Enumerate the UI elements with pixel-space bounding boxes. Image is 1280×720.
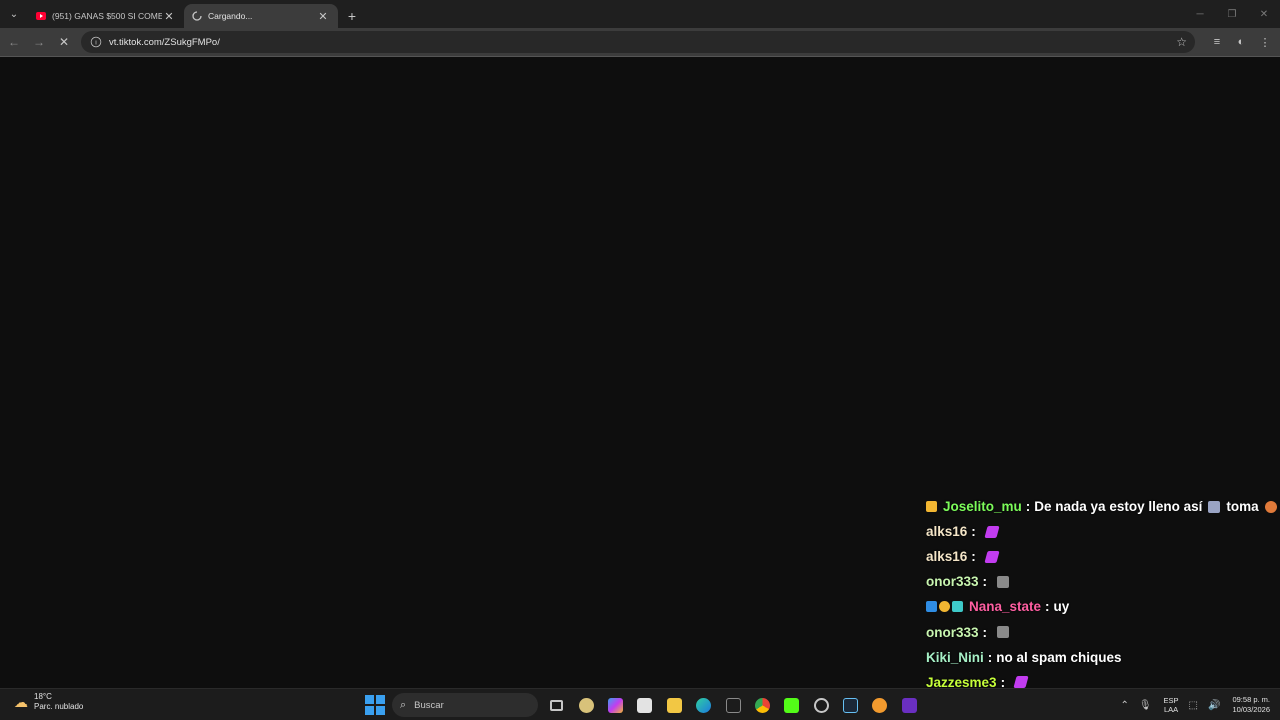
badge-icon bbox=[939, 601, 950, 613]
taskbar-search[interactable]: ⌕ Buscar bbox=[392, 693, 538, 717]
close-icon[interactable]: ✕ bbox=[316, 10, 330, 23]
chat-username: Nana_state bbox=[969, 599, 1042, 615]
crown-badge-icon bbox=[926, 501, 937, 513]
rocket-emote-icon bbox=[1013, 676, 1029, 689]
app-icon[interactable] bbox=[807, 692, 836, 718]
tab-search-icon[interactable]: ⌄ bbox=[4, 4, 24, 24]
chat-message: onor333 : bbox=[926, 619, 1280, 644]
chat-text: De nada ya estoy lleno así bbox=[1034, 499, 1203, 515]
copilot-icon[interactable] bbox=[601, 692, 630, 718]
window-controls: ─ ❐ ✕ bbox=[1184, 0, 1280, 28]
language-indicator[interactable]: ESP LAA bbox=[1164, 696, 1179, 714]
back-icon[interactable]: ← bbox=[3, 31, 25, 53]
lang-top: ESP bbox=[1163, 696, 1179, 705]
rock-emote-icon bbox=[997, 575, 1010, 588]
store-icon[interactable] bbox=[630, 692, 659, 718]
chat-username: alks16 bbox=[926, 549, 968, 565]
chat-separator: : bbox=[971, 524, 976, 540]
chat-username: onor333 bbox=[926, 624, 979, 640]
chat-separator: : bbox=[1025, 499, 1031, 515]
tab-title: Cargando... bbox=[208, 11, 253, 21]
chat-message: Joselito_mu : De nada ya estoy lleno así… bbox=[926, 494, 1280, 519]
weather-temp: 18°C bbox=[34, 692, 52, 701]
chat-text: no al spam chiques bbox=[996, 649, 1122, 665]
chat-message: Kiki_Nini : no al spam chiques bbox=[926, 645, 1280, 670]
stop-loading-icon[interactable]: ✕ bbox=[53, 31, 75, 53]
tab-title: (951) GANAS $500 SI COMES E bbox=[52, 11, 162, 21]
chat-message: Nana_state : uy bbox=[926, 594, 1280, 619]
forward-icon[interactable]: → bbox=[28, 31, 50, 53]
clock-date: 10/03/2026 bbox=[1232, 705, 1270, 714]
steam-icon[interactable] bbox=[836, 692, 865, 718]
emote-icon bbox=[1208, 500, 1221, 513]
chat-username: alks16 bbox=[926, 524, 968, 540]
tab-loading[interactable]: Cargando... ✕ bbox=[184, 4, 338, 28]
taskbar-apps: ⌕ Buscar bbox=[364, 692, 924, 718]
lang-bottom: LAA bbox=[1163, 705, 1179, 714]
chrome-icon[interactable] bbox=[748, 692, 777, 718]
chat-separator: : bbox=[987, 649, 993, 665]
rocket-emote-icon bbox=[984, 550, 1000, 563]
site-info-icon[interactable]: i bbox=[90, 36, 102, 48]
rocket-emote-icon bbox=[984, 525, 1000, 538]
new-tab-button[interactable]: + bbox=[342, 6, 362, 26]
chat-text: uy bbox=[1053, 599, 1070, 615]
menu-dots-icon[interactable]: ⋮ bbox=[1253, 31, 1277, 53]
clock-time: 09:58 p. m. bbox=[1232, 695, 1270, 704]
chat-message: alks16 : bbox=[926, 544, 1280, 569]
chat-separator: : bbox=[982, 624, 988, 640]
media-control-icon[interactable]: ≡ bbox=[1205, 31, 1229, 53]
microphone-icon[interactable]: 🎙 bbox=[1139, 700, 1152, 711]
app-icon[interactable] bbox=[718, 692, 747, 718]
close-window-icon[interactable]: ✕ bbox=[1248, 0, 1280, 28]
kick-icon[interactable] bbox=[777, 692, 806, 718]
chat-username: onor333 bbox=[926, 574, 979, 590]
url-text[interactable]: vt.tiktok.com/ZSukgFMPo/ bbox=[109, 37, 1176, 48]
address-bar[interactable]: i vt.tiktok.com/ZSukgFMPo/ ☆ bbox=[81, 31, 1195, 53]
file-explorer-icon[interactable] bbox=[660, 692, 689, 718]
chevron-up-icon[interactable]: ⌃ bbox=[1120, 700, 1128, 711]
food-emoji-icon bbox=[1264, 500, 1277, 513]
edge-icon[interactable] bbox=[689, 692, 718, 718]
loading-spinner-icon bbox=[192, 11, 202, 21]
volume-icon[interactable]: 🔊 bbox=[1208, 700, 1220, 711]
clock[interactable]: 09:58 p. m. 10/03/2026 bbox=[1232, 695, 1270, 715]
task-view-icon[interactable] bbox=[542, 692, 571, 718]
browser-toolbar: ← → ✕ i vt.tiktok.com/ZSukgFMPo/ ☆ ≡ ◐ ⋮ bbox=[0, 28, 1280, 57]
search-placeholder: Buscar bbox=[414, 699, 444, 711]
minimize-icon[interactable]: ─ bbox=[1184, 0, 1216, 28]
network-icon[interactable]: ⬚ bbox=[1189, 700, 1198, 711]
windows-taskbar: ☁ 18°C Parc. nublado ⌕ Buscar ⌃ 🎙 ESP LA… bbox=[0, 688, 1280, 720]
app-icon[interactable] bbox=[571, 692, 600, 718]
chat-separator: : bbox=[1045, 599, 1050, 615]
tab-strip: ⌄ (951) GANAS $500 SI COMES E ✕ Cargando… bbox=[0, 0, 1280, 28]
youtube-icon bbox=[36, 11, 46, 21]
app-icon[interactable] bbox=[895, 692, 924, 718]
weather-desc: Parc. nublado bbox=[34, 702, 84, 711]
weather-widget[interactable]: ☁ 18°C Parc. nublado bbox=[12, 692, 83, 712]
chat-text: toma bbox=[1226, 499, 1259, 515]
tab-youtube[interactable]: (951) GANAS $500 SI COMES E ✕ bbox=[28, 4, 184, 28]
chat-message: alks16 : bbox=[926, 519, 1280, 544]
chat-username: Joselito_mu bbox=[943, 499, 1022, 515]
close-icon[interactable]: ✕ bbox=[162, 10, 176, 23]
chat-separator: : bbox=[982, 574, 988, 590]
chat-separator: : bbox=[971, 549, 976, 565]
chat-overlay: Joselito_mu : De nada ya estoy lleno así… bbox=[926, 494, 1280, 720]
badge-icon bbox=[926, 601, 937, 613]
app-icon[interactable] bbox=[865, 692, 894, 718]
search-icon: ⌕ bbox=[400, 698, 407, 711]
restore-icon[interactable]: ❐ bbox=[1216, 0, 1248, 28]
weather-cloud-icon: ☁ bbox=[14, 693, 28, 710]
bookmark-star-icon[interactable]: ☆ bbox=[1176, 35, 1187, 49]
badge-icon bbox=[952, 601, 963, 613]
chat-username: Kiki_Nini bbox=[926, 649, 984, 665]
profile-avatar-icon[interactable]: ◐ bbox=[1229, 31, 1253, 53]
rock-emote-icon bbox=[997, 626, 1010, 639]
windows-start-icon[interactable] bbox=[364, 694, 386, 716]
system-tray: ⌃ 🎙 ESP LAA ⬚ 🔊 09:58 p. m. 10/03/2026 bbox=[1110, 692, 1270, 718]
chat-message: onor333 : bbox=[926, 569, 1280, 594]
